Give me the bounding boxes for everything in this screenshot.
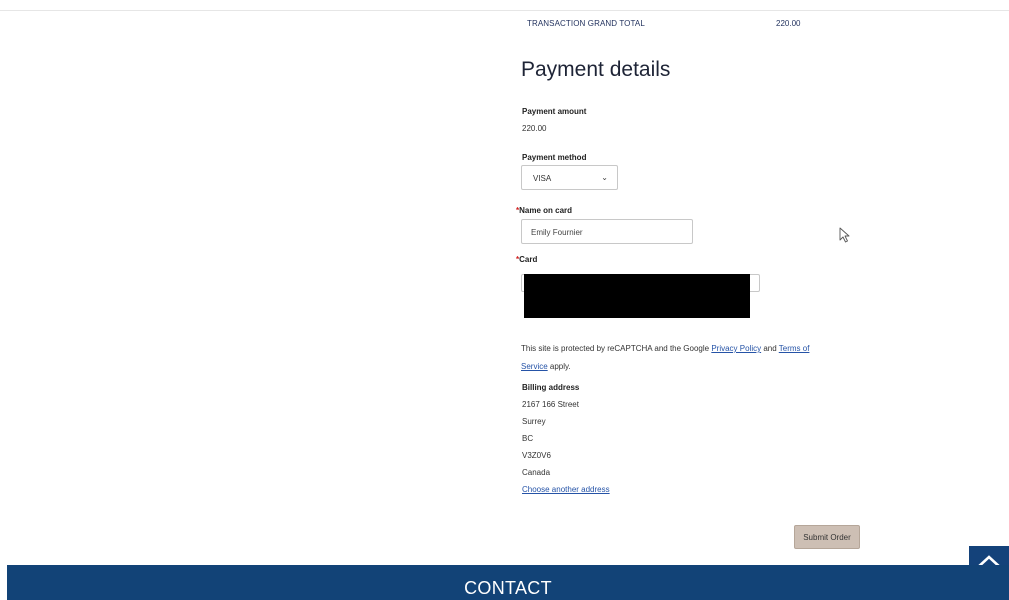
submit-order-button[interactable]: Submit Order [794, 525, 860, 549]
card-label-text: Card [519, 255, 538, 264]
terms-of-service-link-part2[interactable]: Service [521, 362, 548, 371]
billing-address-label: Billing address [522, 383, 580, 392]
recaptcha-notice: This site is protected by reCAPTCHA and … [521, 340, 841, 376]
billing-street: 2167 166 Street [522, 400, 579, 409]
name-on-card-label: *Name on card [516, 206, 572, 215]
name-on-card-field[interactable]: Emily Fournier [521, 219, 693, 244]
name-on-card-value: Emily Fournier [531, 228, 583, 237]
recaptcha-and: and [761, 344, 779, 353]
site-footer: CONTACT [7, 565, 1009, 600]
payment-amount-label: Payment amount [522, 107, 587, 116]
privacy-policy-link[interactable]: Privacy Policy [711, 344, 761, 353]
recaptcha-suffix: apply. [547, 362, 571, 371]
grand-total-value: 220.00 [776, 19, 801, 28]
payment-method-select[interactable]: VISA ⌄ [521, 165, 618, 190]
grand-total-label: TRANSACTION GRAND TOTAL [527, 19, 645, 28]
card-redaction-block [524, 274, 750, 318]
chevron-down-icon: ⌄ [601, 173, 608, 182]
payment-method-value: VISA [533, 174, 552, 183]
billing-postal-code: V3Z0V6 [522, 451, 551, 460]
payment-amount-value: 220.00 [522, 124, 547, 133]
billing-city: Surrey [522, 417, 546, 426]
payment-method-label: Payment method [522, 153, 587, 162]
billing-province: BC [522, 434, 534, 443]
recaptcha-prefix: This site is protected by reCAPTCHA and … [521, 344, 712, 353]
mouse-cursor-icon [839, 227, 850, 243]
top-divider [0, 10, 1009, 11]
billing-country: Canada [522, 468, 551, 477]
name-on-card-label-text: Name on card [519, 206, 573, 215]
card-label: *Card [516, 255, 537, 264]
terms-of-service-link-part1[interactable]: Terms of [779, 344, 810, 353]
footer-contact-heading[interactable]: CONTACT [7, 578, 1009, 599]
payment-details-heading: Payment details [521, 58, 671, 81]
choose-another-address-link[interactable]: Choose another address [522, 485, 610, 494]
